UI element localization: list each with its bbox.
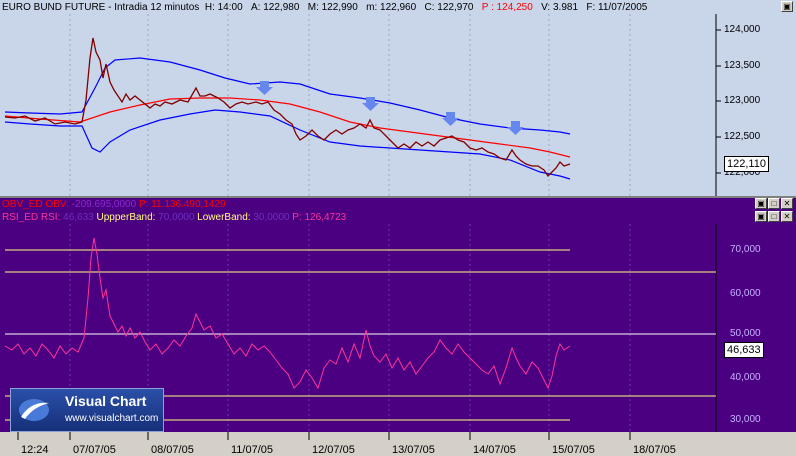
last-price-tag: 122,110 xyxy=(724,156,769,172)
stat-m: M: 122,990 xyxy=(307,2,358,13)
rsi-label: RSI_ED xyxy=(2,212,39,223)
obv-window-buttons: ▣ □ ✕ xyxy=(755,198,793,209)
restore-icon[interactable]: ▣ xyxy=(781,1,793,12)
lower-band-label: LowerBand: xyxy=(197,212,251,223)
x-tick: 12:24 xyxy=(21,444,49,456)
rsi-window-buttons: ▣ □ ✕ xyxy=(755,211,793,222)
stat-c: C: 122,970 xyxy=(424,2,474,13)
price-header: EURO BUND FUTURE - Intradia 12 minutos H… xyxy=(2,1,647,14)
obv-value: -209.695,0000 xyxy=(71,199,137,210)
y-tick: 122,500 xyxy=(724,131,761,142)
logo-url: www.visualchart.com xyxy=(65,413,159,424)
stat-p: P : 124,250 xyxy=(481,2,533,13)
stat-a: A: 122,980 xyxy=(251,2,300,13)
close-icon[interactable]: ✕ xyxy=(781,198,793,209)
restore-icon[interactable]: ▣ xyxy=(755,198,767,209)
obv-header: OBV_ED OBV: -209.695,0000 P: 11.136.490,… xyxy=(2,198,226,211)
price-chart-svg[interactable] xyxy=(0,0,796,196)
restore-icon[interactable]: ▣ xyxy=(755,211,767,222)
stat-f: F: 11/07/2005 xyxy=(586,2,648,13)
lower-band-value: 30,0000 xyxy=(253,212,290,223)
x-tick: 07/07/05 xyxy=(73,444,116,456)
x-tick: 12/07/05 xyxy=(312,444,355,456)
obv-label: OBV_ED xyxy=(2,199,43,210)
price-window-buttons: ▣ xyxy=(781,1,793,12)
last-rsi-tag: 46,633 xyxy=(724,342,764,358)
stat-m-low: m: 122,960 xyxy=(366,2,417,13)
logo-title: Visual Chart xyxy=(65,393,147,409)
x-tick: 14/07/05 xyxy=(473,444,516,456)
rsi-header: RSI_ED RSI: 46,633 UppperBand: 70,0000 L… xyxy=(2,211,346,224)
obv-p: P: 11.136.490,1429 xyxy=(138,199,226,210)
y-tick: 70,000 xyxy=(730,244,761,255)
x-tick: 08/07/05 xyxy=(151,444,194,456)
price-pane[interactable]: EURO BUND FUTURE - Intradia 12 minutos H… xyxy=(0,0,796,196)
stat-v: V: 3.981 xyxy=(541,2,579,13)
logo-swoosh-icon xyxy=(19,399,49,421)
y-tick: 30,000 xyxy=(730,414,761,425)
obv-label2: OBV: xyxy=(45,199,69,210)
instrument-title: EURO BUND FUTURE - Intradia 12 minutos xyxy=(2,2,200,13)
y-tick: 123,000 xyxy=(724,95,761,106)
upper-band-label: UppperBand: xyxy=(96,212,156,223)
maximize-icon[interactable]: □ xyxy=(768,211,780,222)
x-tick: 15/07/05 xyxy=(552,444,595,456)
y-tick: 50,000 xyxy=(730,328,761,339)
y-tick: 60,000 xyxy=(730,288,761,299)
maximize-icon[interactable]: □ xyxy=(768,198,780,209)
y-tick: 123,500 xyxy=(724,60,761,71)
y-tick: 40,000 xyxy=(730,372,761,383)
y-tick: 124,000 xyxy=(724,24,761,35)
x-tick: 13/07/05 xyxy=(392,444,435,456)
stat-h: H: 14:00 xyxy=(204,2,243,13)
rsi-p: P: 126,4723 xyxy=(292,212,347,223)
x-tick: 18/07/05 xyxy=(633,444,676,456)
rsi-label2: RSI: xyxy=(40,212,61,223)
upper-band-value: 70,0000 xyxy=(158,212,195,223)
rsi-value: 46,633 xyxy=(63,212,94,223)
visual-chart-logo: Visual Chart www.visualchart.com xyxy=(10,388,164,432)
x-tick: 11/07/05 xyxy=(231,444,274,456)
close-icon[interactable]: ✕ xyxy=(781,211,793,222)
